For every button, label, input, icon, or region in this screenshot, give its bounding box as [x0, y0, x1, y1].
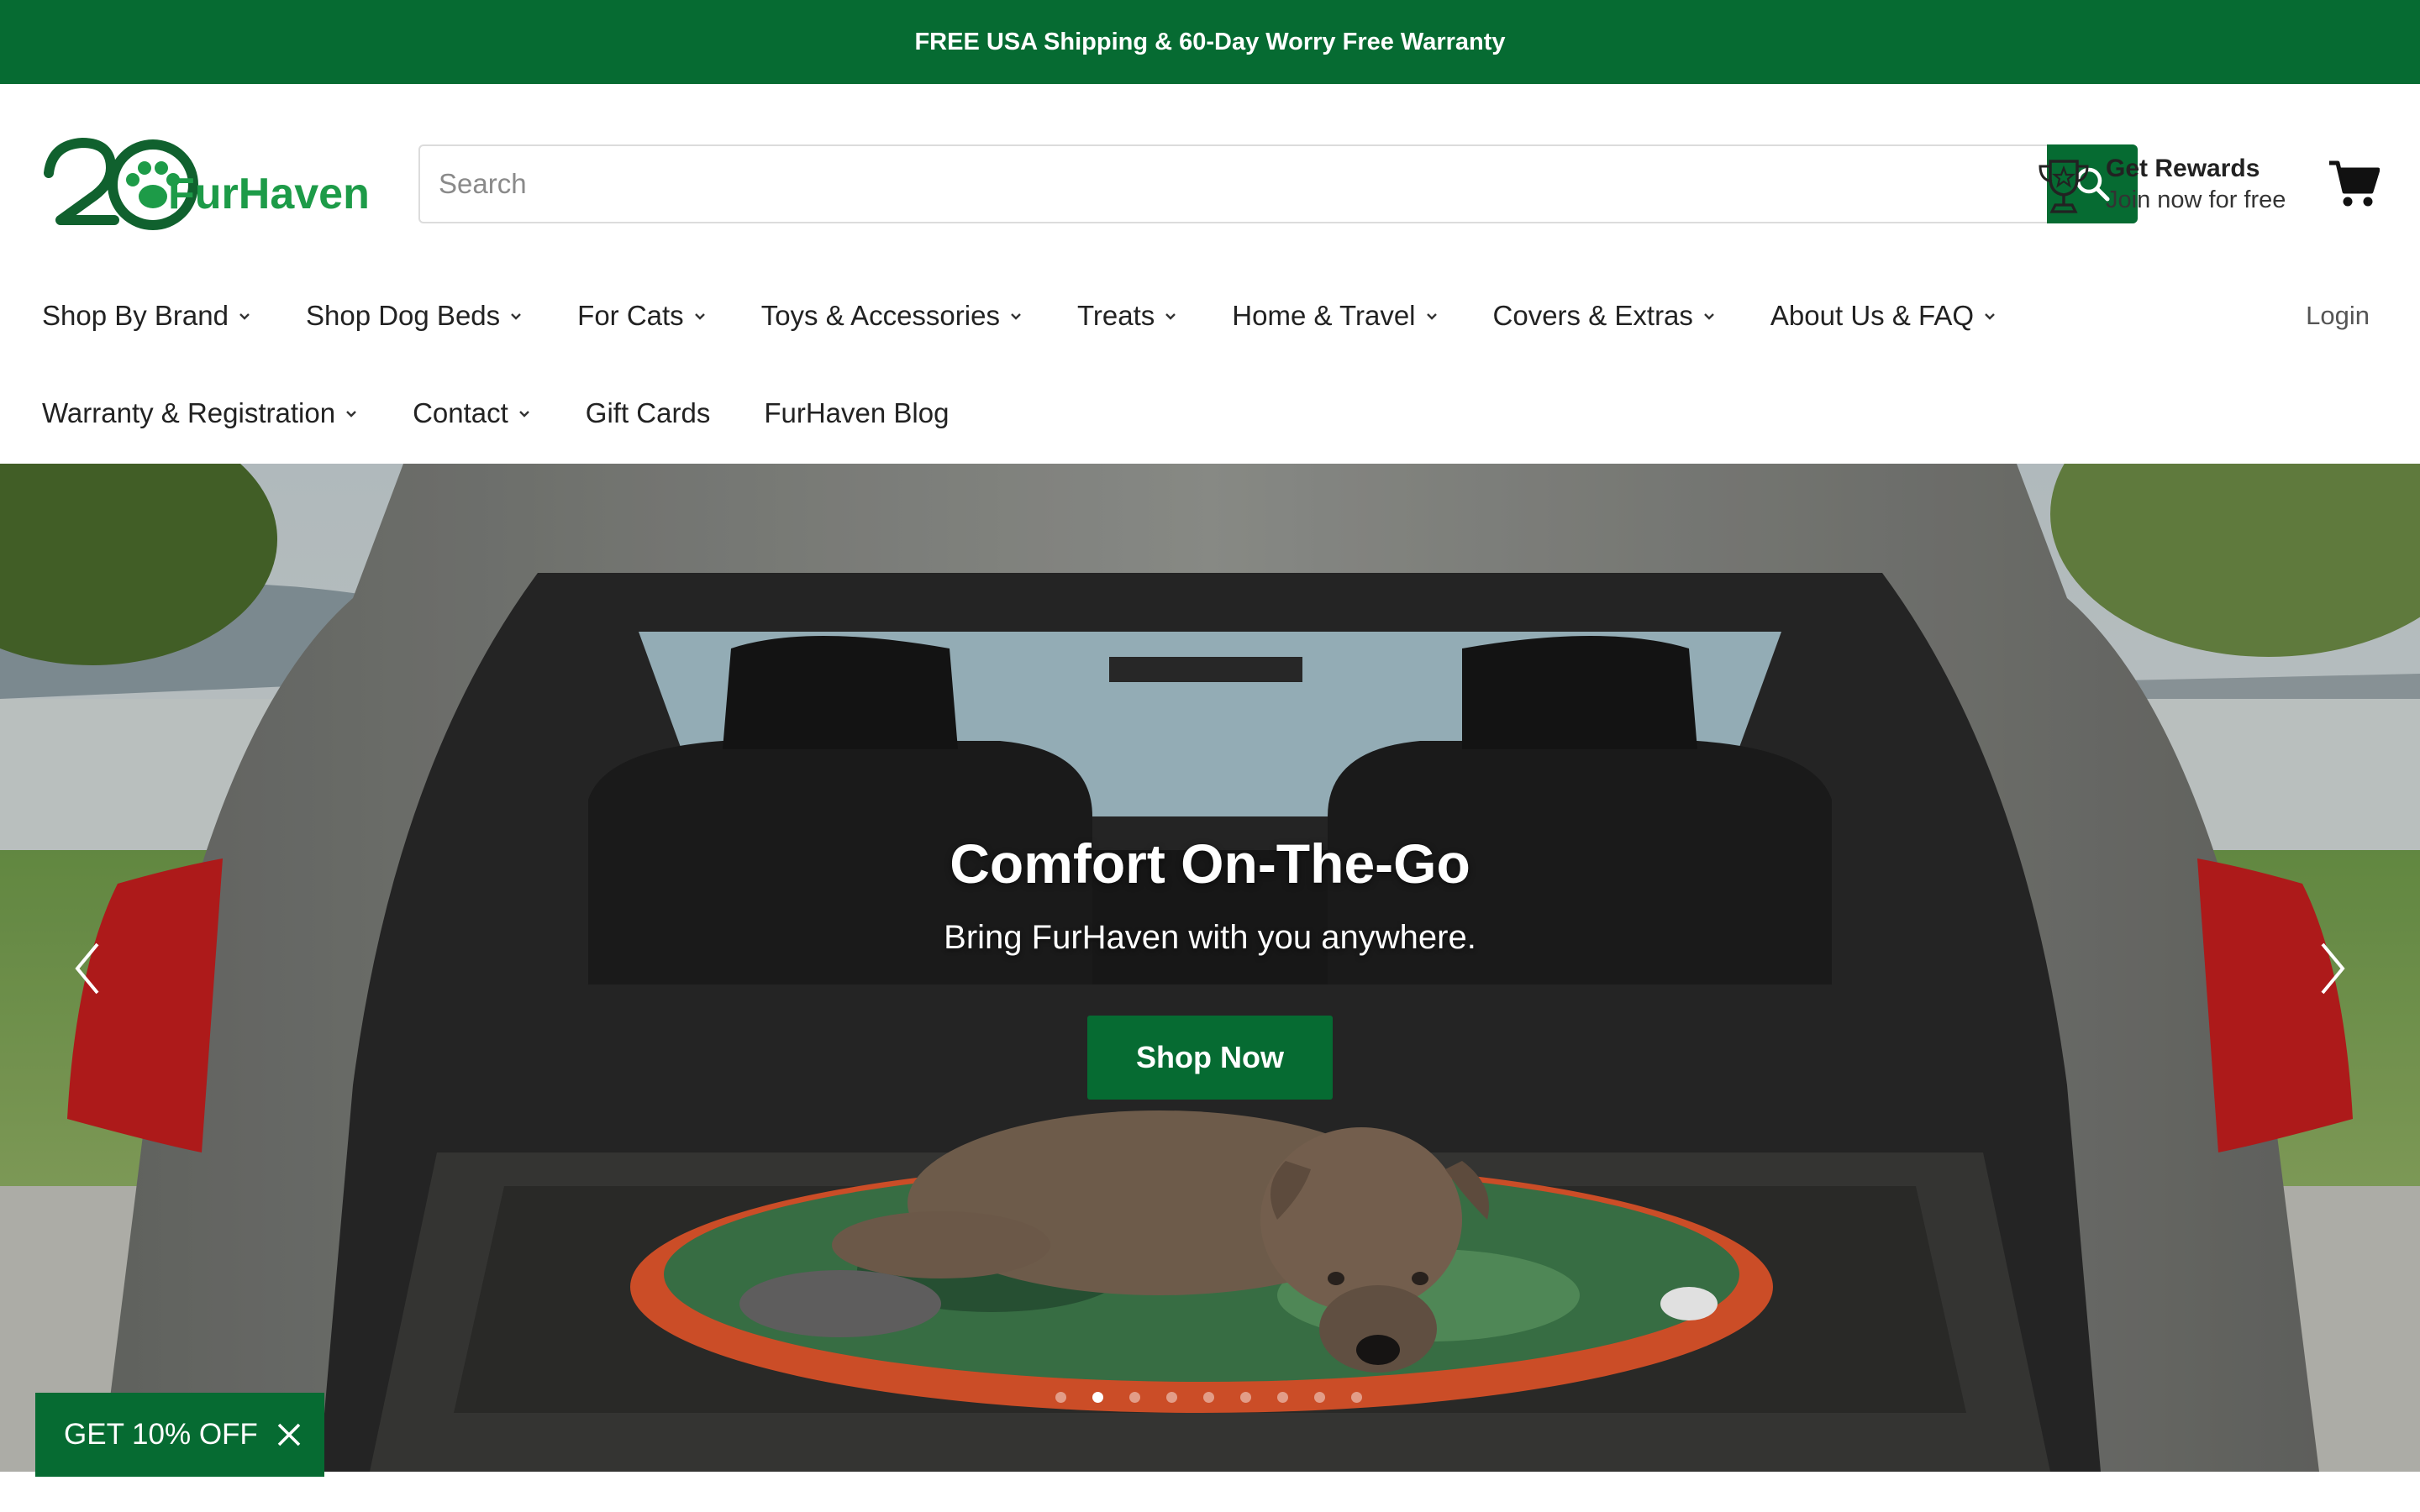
slide-dot[interactable]	[1277, 1392, 1288, 1403]
discount-promo-tab[interactable]: GET 10% OFF	[35, 1393, 324, 1477]
slide-dot[interactable]	[1203, 1392, 1214, 1403]
slide-dot[interactable]	[1166, 1392, 1177, 1403]
nav-label: Covers & Extras	[1492, 300, 1693, 331]
rewards-link[interactable]: Get Rewards Join now for free	[2037, 150, 2306, 218]
chevron-down-icon	[239, 313, 250, 320]
nav-furhaven-blog[interactable]: FurHaven Blog	[764, 397, 949, 429]
rewards-title: Get Rewards	[2106, 155, 2260, 182]
nav-gift-cards[interactable]: Gift Cards	[586, 397, 711, 429]
nav-covers-extras[interactable]: Covers & Extras	[1493, 300, 1717, 332]
nav-label: About Us & FAQ	[1770, 300, 1975, 331]
announcement-bar: FREE USA Shipping & 60-Day Worry Free Wa…	[0, 0, 2420, 84]
search-bar	[418, 144, 2138, 223]
chevron-down-icon	[1165, 313, 1176, 320]
brand-logo[interactable]: FurHaven	[42, 133, 378, 237]
nav-treats[interactable]: Treats	[1077, 300, 1178, 332]
nav-toys-accessories[interactable]: Toys & Accessories	[761, 300, 1023, 332]
chevron-left-icon	[75, 942, 99, 995]
nav-shop-by-brand[interactable]: Shop By Brand	[42, 300, 252, 332]
chevron-down-icon	[346, 411, 356, 417]
chevron-down-icon	[1426, 313, 1437, 320]
hero-image	[0, 464, 2420, 1472]
nav-warranty-registration[interactable]: Warranty & Registration	[42, 397, 359, 429]
slide-prev-button[interactable]	[71, 939, 104, 998]
chevron-right-icon	[2321, 942, 2345, 995]
chevron-down-icon	[694, 313, 705, 320]
chevron-down-icon	[1985, 313, 1995, 320]
nav-home-travel[interactable]: Home & Travel	[1232, 300, 1439, 332]
site-header: FurHaven Get Rewards Join now for free	[0, 84, 2420, 464]
slide-dot[interactable]	[1129, 1392, 1140, 1403]
slide-indicators	[1055, 1392, 1388, 1403]
hero-slideshow: Comfort On-The-Go Bring FurHaven with yo…	[0, 464, 2420, 1472]
nav-label: Contact	[413, 397, 508, 428]
hero-subtitle: Bring FurHaven with you anywhere.	[944, 919, 1476, 956]
nav-label: For Cats	[577, 300, 684, 331]
slide-next-button[interactable]	[2316, 939, 2349, 998]
slide-dot-active[interactable]	[1092, 1392, 1103, 1403]
login-link[interactable]: Login	[2306, 301, 2370, 331]
nav-label: Warranty & Registration	[42, 397, 336, 428]
nav-contact[interactable]: Contact	[413, 397, 532, 429]
close-icon[interactable]	[276, 1421, 302, 1448]
chevron-down-icon	[1011, 313, 1021, 320]
nav-label: Gift Cards	[585, 397, 711, 428]
slide-dot[interactable]	[1055, 1392, 1066, 1403]
nav-label: Toys & Accessories	[760, 300, 1000, 331]
slide-dot[interactable]	[1314, 1392, 1325, 1403]
nav-shop-dog-beds[interactable]: Shop Dog Beds	[306, 300, 523, 332]
slide-dot[interactable]	[1351, 1392, 1362, 1403]
cart-icon	[2329, 160, 2381, 207]
nav-for-cats[interactable]: For Cats	[577, 300, 708, 332]
main-nav-row-1: Shop By Brand Shop Dog Beds For Cats Toy…	[42, 291, 2051, 341]
nav-label: Treats	[1076, 300, 1155, 331]
announcement-text: FREE USA Shipping & 60-Day Worry Free Wa…	[914, 28, 1506, 55]
hero-title: Comfort On-The-Go	[950, 832, 1470, 895]
logo-image: FurHaven	[44, 138, 370, 230]
main-nav-row-2: Warranty & Registration Contact Gift Car…	[42, 388, 1002, 438]
chevron-down-icon	[518, 411, 529, 417]
chevron-down-icon	[511, 313, 522, 320]
nav-label: FurHaven Blog	[764, 397, 950, 428]
cart-button[interactable]	[2328, 158, 2381, 210]
trophy-icon	[2039, 160, 2089, 213]
nav-about-faq[interactable]: About Us & FAQ	[1770, 300, 1997, 332]
rewards-subtitle: Join now for free	[2106, 186, 2286, 213]
promo-label: GET 10% OFF	[64, 1418, 258, 1451]
nav-label: Shop Dog Beds	[305, 300, 501, 331]
shop-now-button[interactable]: Shop Now	[1087, 1016, 1333, 1100]
search-input[interactable]	[420, 146, 1911, 222]
nav-label: Home & Travel	[1232, 300, 1416, 331]
chevron-down-icon	[1704, 313, 1714, 320]
slide-dot[interactable]	[1240, 1392, 1251, 1403]
logo-wordmark: FurHaven	[168, 170, 370, 218]
nav-label: Shop By Brand	[42, 300, 229, 331]
